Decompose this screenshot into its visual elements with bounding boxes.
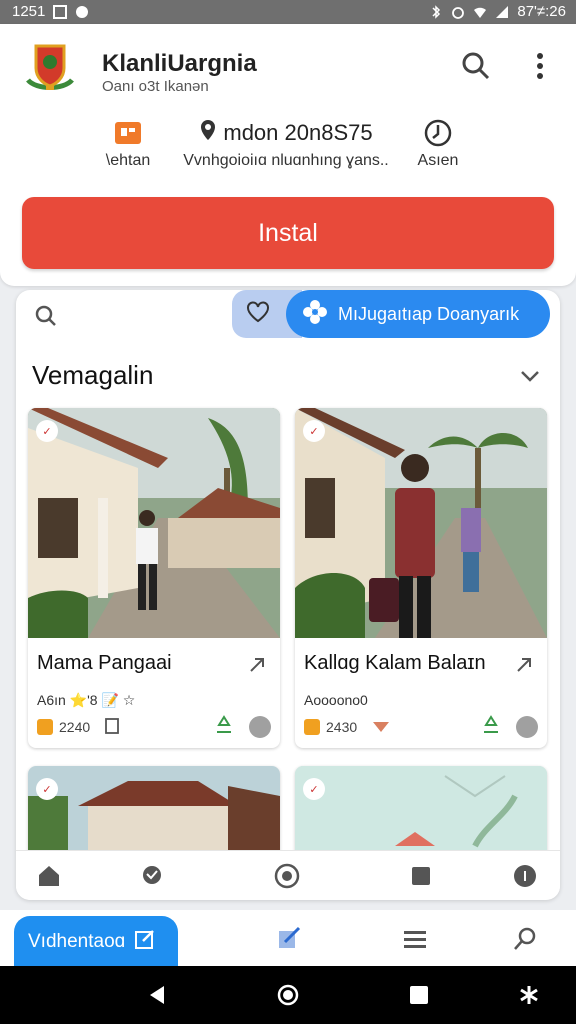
search-icon[interactable] [34,304,58,328]
system-nav-bar [0,966,576,1024]
heart-icon [246,300,270,328]
inner-tab-bar [16,850,560,900]
category-chip-label: MıJugaıtıap Doanyarık [338,303,520,324]
card-subtitle: Aoooono0 [304,692,368,708]
share-icon[interactable] [515,656,533,674]
info-icon[interactable] [516,716,538,738]
village-house-photo [28,766,280,856]
card-subtitle: A6ın ⭐'8 📝 ☆ [37,692,136,708]
content-card: MıJugaıtıap Doanyarık Vemagalin ✓ Mama P… [16,290,560,900]
compose-button-label: Vıdhentaoɑ [28,931,126,952]
map-placeholder-image [295,766,547,856]
image-notification-icon [53,4,68,19]
info-icon[interactable] [512,863,538,889]
section-title: Vemagalin [32,360,154,390]
bluetooth-icon [429,4,443,19]
meta-store: \ehtan [98,120,158,170]
bookmark-icon[interactable]: ✓ [36,420,58,442]
home-icon[interactable] [277,984,299,1006]
meta-time-label: Asıen [417,152,459,169]
search-icon[interactable] [460,50,492,82]
app-logo-icon [22,40,78,96]
home-icon[interactable] [36,863,62,889]
status-bar: 1251 87'≠:26 [0,0,576,24]
card-count: 2240 [59,719,91,735]
shell-icon [371,716,391,739]
category-chip[interactable]: MıJugaıtıap Doanyarık [286,290,550,338]
card-title: Mama Pangaai [37,652,172,674]
info-icon[interactable] [249,716,271,738]
clipboard-icon [104,716,120,739]
more-options-icon[interactable] [528,50,552,82]
bookmark-icon[interactable]: ✓ [36,778,58,800]
bookmark-icon[interactable]: ✓ [303,778,325,800]
meta-store-label: \ehtan [105,152,151,169]
install-button[interactable]: Instal [22,197,554,269]
meta-location-label: Vvnhgoioiıɑ nluɑnhıng ɣans.. [183,152,389,169]
rating-badge-icon [37,719,53,735]
card-count: 2430 [326,719,358,735]
chevron-down-icon[interactable] [518,364,542,388]
search-icon[interactable] [512,926,538,952]
clock-icon [410,119,466,147]
location-pin-icon [199,118,217,148]
recents-icon[interactable] [408,984,430,1006]
recycle-icon[interactable] [213,714,235,741]
app-title: KlanliUargnia [102,50,257,77]
compass-icon[interactable] [274,863,300,889]
square-icon[interactable] [408,863,434,889]
shield-notification-icon [75,5,89,19]
edit-icon [133,927,157,957]
listing-card[interactable]: ✓ Mama Pangaai A6ın ⭐'8 📝 ☆ 2240 [28,408,280,748]
meta-location: mdon 20n8S75 Vvnhgoioiıɑ nluɑnhıng ɣans.… [176,120,396,170]
bookmark-icon[interactable]: ✓ [303,420,325,442]
share-icon[interactable] [248,656,266,674]
meta-time: Asıen [410,119,466,170]
status-time: 1251 [12,3,46,20]
recycle-icon[interactable] [480,714,502,741]
village-street-photo [28,408,280,638]
rating-badge-icon [304,719,320,735]
flower-icon [302,299,328,330]
signal-icon [495,5,509,19]
accessibility-icon[interactable] [518,984,540,1006]
write-icon[interactable] [276,926,302,952]
back-icon[interactable] [146,984,168,1006]
app-subtitle: Oanı o3t Ikanən [102,78,209,95]
listing-card[interactable]: ✓ Kallɑg Kalam Balaɪn Aoooono0 2430 [295,408,547,748]
card-title: Kallɑg Kalam Balaɪn [304,652,486,674]
status-right-text: 87'≠:26 [517,3,566,20]
list-icon[interactable] [402,926,428,952]
compose-button[interactable]: Vıdhentaoɑ [14,916,178,968]
app-header: KlanliUargnia Oanı o3t Ikanən \ehtan mdo… [0,24,576,286]
store-icon [98,120,158,146]
alarm-icon [451,5,465,19]
bottom-app-nav: Vıdhentaoɑ [0,910,576,968]
wifi-icon [473,5,487,19]
search-chat-icon[interactable] [140,863,166,889]
village-woman-photo [295,408,547,638]
meta-location-value: mdon 20n8S75 [223,120,373,145]
